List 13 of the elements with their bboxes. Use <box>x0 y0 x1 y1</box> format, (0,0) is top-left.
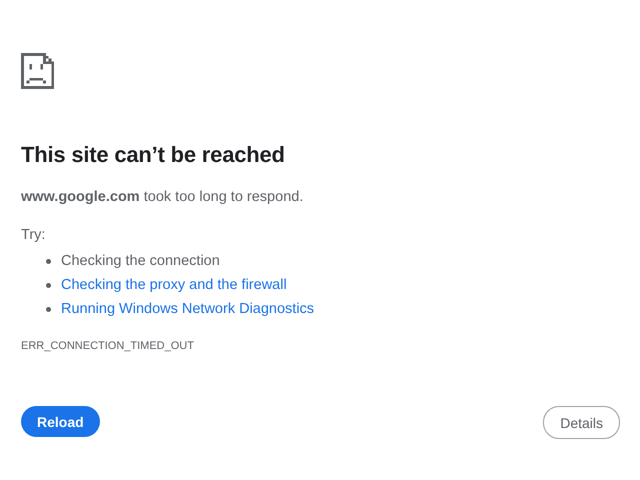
bullet-icon <box>46 258 51 264</box>
error-heading: This site can’t be reached <box>21 141 286 169</box>
error-code: ERR_CONNECTION_TIMED_OUT <box>21 340 195 352</box>
try-label: Try: <box>21 226 46 245</box>
bullet-icon <box>46 282 51 288</box>
error-message: www.google.com took too long to respond. <box>21 188 304 207</box>
suggestion-link[interactable]: Checking the proxy and the firewall <box>61 273 287 297</box>
sad-page-icon <box>21 51 54 91</box>
details-button[interactable]: Details <box>543 406 620 439</box>
bullet-icon <box>46 306 51 312</box>
suggestion-text: Checking the connection <box>61 252 220 271</box>
suggestion-link[interactable]: Running Windows Network Diagnostics <box>61 297 314 321</box>
reload-button[interactable]: Reload <box>21 406 100 437</box>
